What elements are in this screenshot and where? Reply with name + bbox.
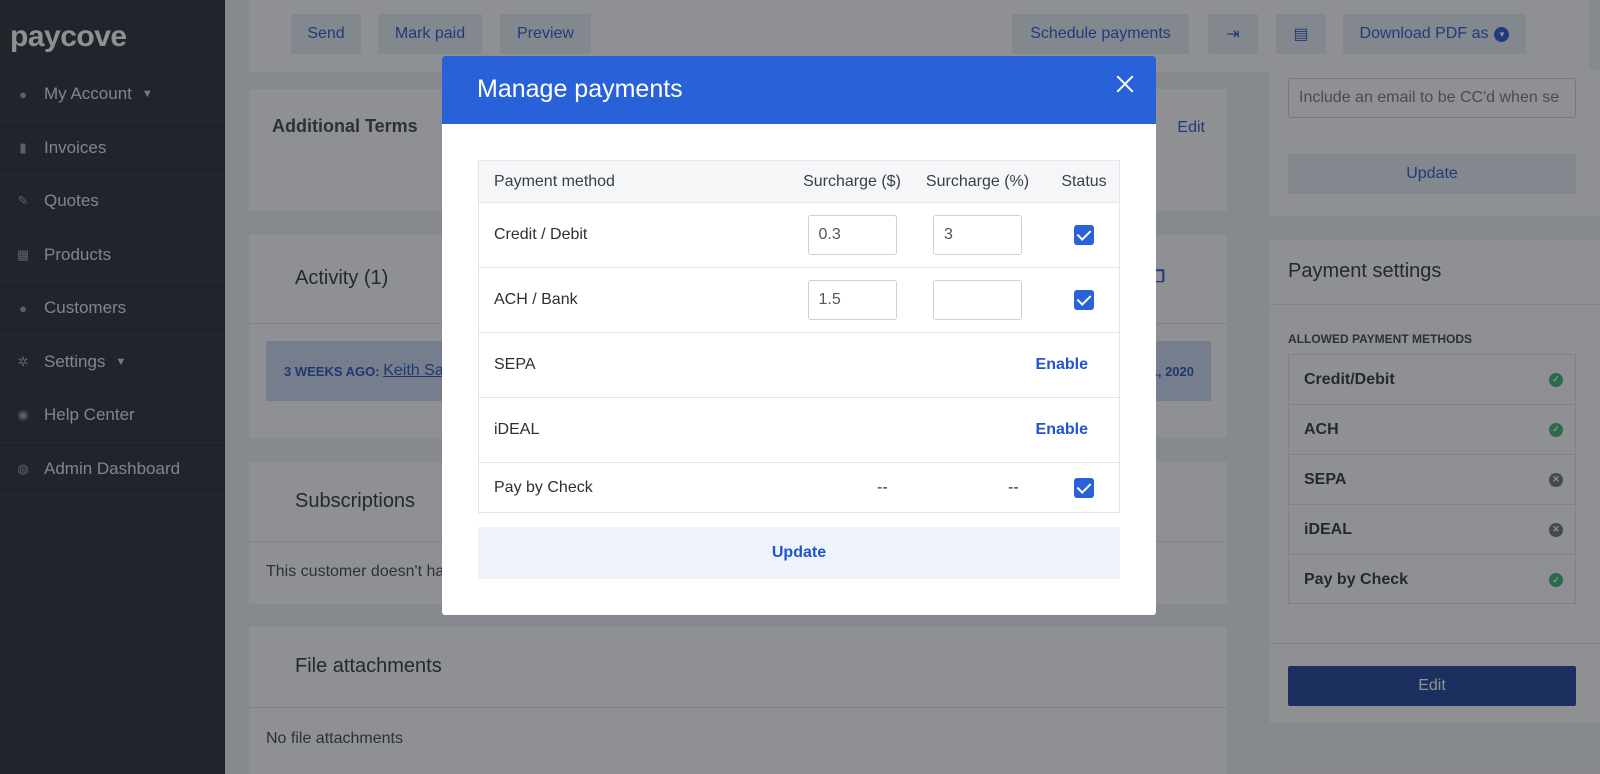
surcharge-dollar-input[interactable] <box>807 280 897 320</box>
status-cell <box>1059 203 1109 267</box>
header-payment-method: Payment method <box>494 172 615 190</box>
status-checkbox[interactable] <box>1074 290 1094 310</box>
header-status: Status <box>1061 172 1107 190</box>
surcharge-percent-value: -- <box>1008 478 1019 496</box>
surcharge-dollar-value: -- <box>877 478 888 496</box>
method-credit-debit: Credit / Debit <box>494 226 588 243</box>
method-sepa: SEPA <box>494 356 536 373</box>
status-cell <box>1059 463 1109 512</box>
modal-title: Manage payments <box>477 75 683 103</box>
method-ach-bank: ACH / Bank <box>494 291 578 308</box>
table-row: Credit / Debit <box>479 203 1119 268</box>
table-header-row: Payment method Surcharge ($) Surcharge (… <box>479 161 1119 203</box>
enable-sepa-link[interactable]: Enable <box>1036 333 1088 397</box>
modal-header: Manage payments <box>442 56 1156 124</box>
close-icon[interactable] <box>1112 71 1138 97</box>
surcharge-percent-input[interactable] <box>933 215 1022 255</box>
status-checkbox[interactable] <box>1074 477 1094 498</box>
method-pay-by-check: Pay by Check <box>494 478 593 496</box>
surcharge-dollar-cell <box>797 203 907 267</box>
table-row: SEPA Enable <box>479 333 1119 398</box>
payment-methods-table: Payment method Surcharge ($) Surcharge (… <box>478 160 1120 513</box>
enable-ideal-link[interactable]: Enable <box>1036 398 1088 462</box>
surcharge-percent-cell <box>920 268 1035 332</box>
surcharge-percent-cell <box>920 203 1035 267</box>
surcharge-percent-input[interactable] <box>933 280 1022 320</box>
table-row: iDEAL Enable <box>479 398 1119 463</box>
surcharge-dollar-cell <box>797 268 907 332</box>
manage-payments-modal: Manage payments Payment method Surcharge… <box>442 56 1156 615</box>
table-row: ACH / Bank <box>479 268 1119 333</box>
table-row: Pay by Check -- -- <box>479 463 1119 512</box>
method-ideal: iDEAL <box>494 421 540 438</box>
header-surcharge-percent: Surcharge (%) <box>925 172 1030 190</box>
status-cell <box>1059 268 1109 332</box>
modal-update-button[interactable]: Update <box>478 527 1120 579</box>
status-checkbox[interactable] <box>1074 225 1094 245</box>
header-surcharge-dollar: Surcharge ($) <box>803 172 901 190</box>
surcharge-dollar-input[interactable] <box>807 215 897 255</box>
